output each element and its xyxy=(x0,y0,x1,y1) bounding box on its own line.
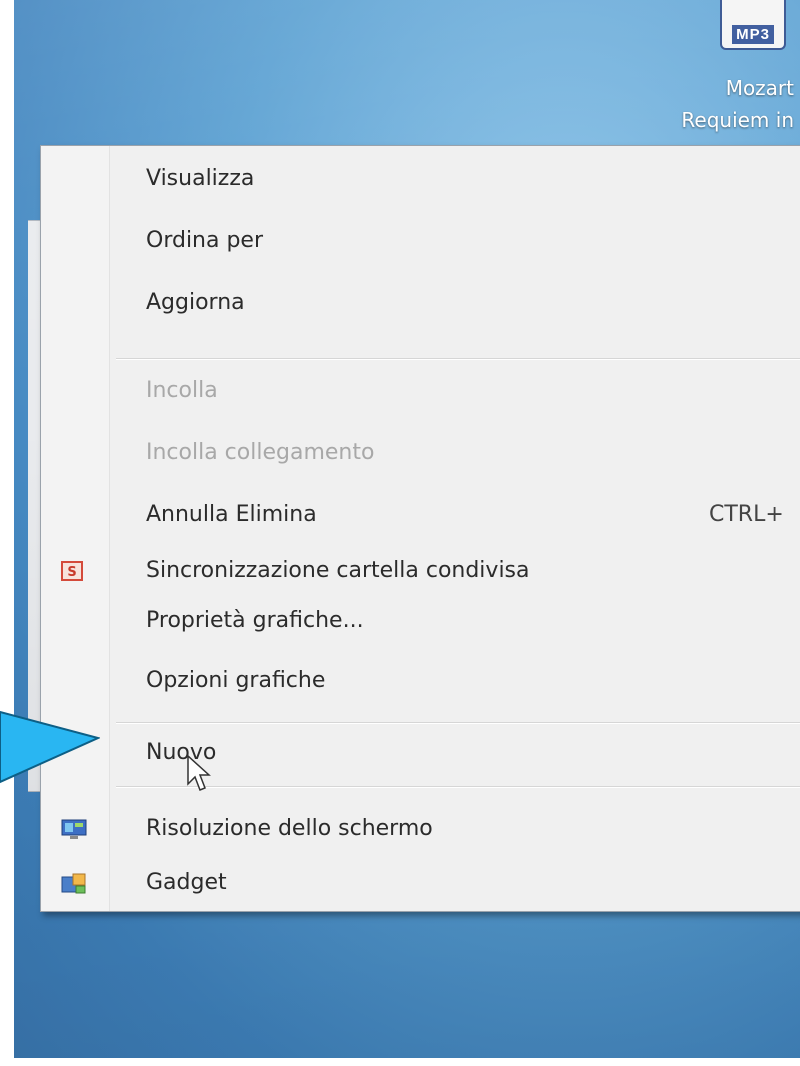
menu-separator xyxy=(116,786,800,788)
menu-item-aggiorna[interactable]: Aggiorna xyxy=(41,280,800,336)
menu-item-ordina-per[interactable]: Ordina per xyxy=(41,218,800,274)
pointer-arrow-annotation xyxy=(0,710,100,784)
menu-item-proprieta-grafiche[interactable]: Proprietà grafiche... xyxy=(41,598,800,654)
menu-separator xyxy=(116,722,800,724)
menu-item-shortcut: CTRL+ xyxy=(709,502,784,527)
menu-item-risoluzione-schermo[interactable]: Risoluzione dello schermo xyxy=(41,806,800,862)
menu-item-label: Opzioni grafiche xyxy=(146,668,326,693)
svg-text:S: S xyxy=(67,565,76,580)
menu-item-gadget[interactable]: Gadget xyxy=(41,860,800,916)
menu-item-label: Gadget xyxy=(146,870,227,895)
desktop-icon-caption[interactable]: Mozart Requiem in xyxy=(624,72,794,136)
menu-item-label: Annulla Elimina xyxy=(146,502,317,527)
menu-item-annulla-elimina[interactable]: Annulla Elimina CTRL+ xyxy=(41,492,800,548)
menu-separator xyxy=(116,358,800,360)
menu-item-incolla-collegamento: Incolla collegamento xyxy=(41,430,800,486)
menu-item-label: Proprietà grafiche... xyxy=(146,608,364,633)
icon-caption-line1: Mozart xyxy=(725,76,794,100)
menu-item-incolla: Incolla xyxy=(41,368,800,424)
menu-item-sincronizzazione[interactable]: S Sincronizzazione cartella condivisa xyxy=(41,548,800,604)
menu-item-label: Aggiorna xyxy=(146,290,245,315)
menu-item-label: Incolla xyxy=(146,378,218,403)
mp3-file-icon[interactable]: MP3 xyxy=(720,0,786,50)
menu-item-label: Visualizza xyxy=(146,166,255,191)
mp3-badge: MP3 xyxy=(732,25,774,44)
menu-item-visualizza[interactable]: Visualizza xyxy=(41,156,800,212)
menu-item-label: Ordina per xyxy=(146,228,264,253)
menu-item-label: Incolla collegamento xyxy=(146,440,375,465)
menu-item-label: Risoluzione dello schermo xyxy=(146,816,433,841)
gadget-icon xyxy=(61,873,87,895)
mouse-cursor-icon xyxy=(187,754,211,791)
menu-item-nuovo[interactable]: Nuovo xyxy=(41,730,800,786)
menu-item-label: Sincronizzazione cartella condivisa xyxy=(146,558,530,583)
sync-folder-icon: S xyxy=(61,561,87,583)
desktop-context-menu: Visualizza Ordina per Aggiorna Incolla I… xyxy=(40,145,800,912)
menu-item-opzioni-grafiche[interactable]: Opzioni grafiche xyxy=(41,658,800,714)
screen-resolution-icon xyxy=(61,819,87,841)
icon-caption-line2: Requiem in xyxy=(681,108,794,132)
